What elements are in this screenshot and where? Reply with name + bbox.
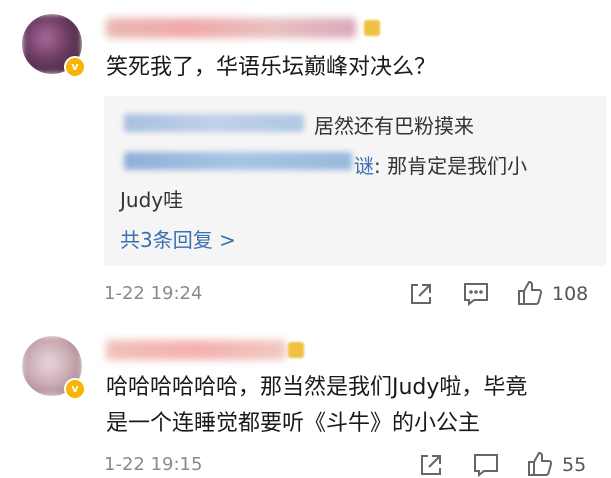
verified-badge-icon: v [64, 56, 86, 78]
like-count: 55 [562, 454, 587, 476]
reply-username-blurred[interactable] [124, 152, 352, 170]
timestamp: 1-22 19:24 [104, 283, 203, 304]
comment-text: 笑死我了，华语乐坛巅峰对决么？ [106, 55, 437, 80]
reply-username-blurred[interactable] [124, 114, 304, 132]
reply-text-continued: Judy哇 [120, 188, 184, 212]
more-replies-link[interactable]: 共3条回复 > [120, 224, 236, 253]
reply-text: 居然还有巴粉摸来 [314, 114, 474, 138]
comment-icon[interactable] [472, 452, 500, 478]
like-count: 108 [552, 283, 589, 305]
username-blurred[interactable] [106, 18, 356, 38]
share-icon[interactable] [408, 281, 434, 307]
crown-icon [288, 342, 304, 358]
crown-icon [364, 20, 380, 36]
reply-text: : 那肯定是我们小 [374, 154, 528, 178]
comment-icon[interactable] [462, 281, 490, 307]
thumbs-up-icon[interactable] [516, 279, 544, 307]
reply-name-tail[interactable]: 谜 [354, 150, 374, 179]
thumbs-up-icon[interactable] [526, 450, 554, 478]
share-icon[interactable] [418, 452, 444, 478]
comment-text-continued: 是一个连睡觉都要听《斗牛》的小公主 [106, 411, 481, 436]
username-blurred[interactable] [106, 340, 286, 360]
verified-badge-icon: v [64, 378, 86, 400]
comment-text: 哈哈哈哈哈哈，那当然是我们Judy啦，毕竟 [106, 375, 528, 400]
